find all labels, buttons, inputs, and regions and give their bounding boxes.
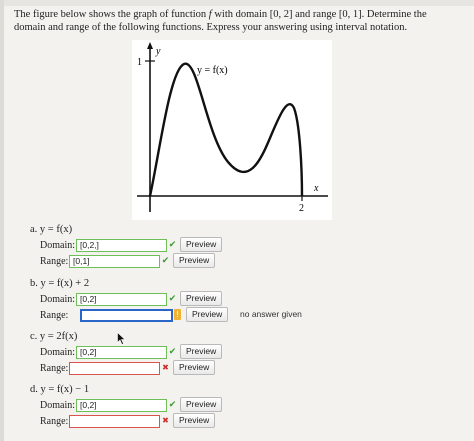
window-left-edge — [0, 0, 4, 441]
part-d-domain-preview-button[interactable]: Preview — [180, 397, 223, 412]
part-c-range-input[interactable] — [69, 362, 160, 375]
warning-icon: ! — [174, 309, 181, 320]
part-b-domain-preview-button[interactable]: Preview — [180, 291, 223, 306]
part-a-domain-input[interactable]: [0,2,] — [76, 239, 167, 252]
given-range: [0, 1] — [338, 9, 362, 20]
part-c-range-preview-button[interactable]: Preview — [173, 360, 216, 375]
y-tick-label: 1 — [137, 57, 142, 68]
window-top-edge — [0, 0, 474, 6]
range-label: Range: — [40, 310, 69, 321]
part-b-domain-input[interactable]: [0,2] — [76, 293, 167, 306]
x-axis-label: x — [313, 183, 319, 194]
checkmark-icon: ✔ — [168, 294, 177, 304]
part-d-range-preview-button[interactable]: Preview — [173, 413, 216, 428]
cross-icon: ✖ — [162, 416, 169, 425]
question-intro: The figure below shows the graph of func… — [14, 9, 209, 20]
part-c-domain-input[interactable]: [0,2] — [76, 346, 167, 359]
part-c-title: c. y = 2f(x) — [30, 331, 78, 342]
no-answer-note: no answer given — [240, 309, 302, 319]
mouse-cursor-icon — [117, 332, 126, 345]
range-label: Range: — [40, 363, 69, 374]
part-a-range-input[interactable]: [0,1] — [69, 255, 160, 268]
cross-icon: ✖ — [162, 363, 169, 372]
x-tick-label: 2 — [299, 203, 304, 214]
part-d-title: d. y = f(x) − 1 — [30, 384, 90, 395]
checkmark-icon: ✔ — [161, 256, 170, 266]
domain-label: Domain: — [40, 240, 75, 251]
part-b-title: b. y = f(x) + 2 — [30, 278, 90, 289]
question-text: The figure below shows the graph of func… — [14, 8, 460, 34]
function-graph: y x 1 2 y = f(x) — [132, 40, 332, 220]
part-a-range-preview-button[interactable]: Preview — [173, 253, 216, 268]
part-d-domain-input[interactable]: [0,2] — [76, 399, 167, 412]
checkmark-icon: ✔ — [168, 400, 177, 410]
part-b-range-preview-button[interactable]: Preview — [186, 307, 229, 322]
graph-svg: y x 1 2 y = f(x) — [132, 40, 332, 220]
part-a-domain-preview-button[interactable]: Preview — [180, 237, 223, 252]
y-axis-label: y — [155, 46, 161, 57]
domain-label: Domain: — [40, 347, 75, 358]
given-domain: [0, 2] — [269, 9, 293, 20]
part-b-range-input[interactable] — [80, 309, 173, 322]
question-mid1: with domain — [211, 9, 270, 20]
checkmark-icon: ✔ — [168, 240, 177, 250]
part-c-domain-preview-button[interactable]: Preview — [180, 344, 223, 359]
part-d-range-input[interactable] — [69, 415, 160, 428]
domain-label: Domain: — [40, 294, 75, 305]
range-label: Range: — [40, 256, 69, 267]
curve-label: y = f(x) — [197, 65, 228, 76]
part-a-title: a. y = f(x) — [30, 224, 73, 235]
domain-label: Domain: — [40, 400, 75, 411]
range-label: Range: — [40, 416, 69, 427]
question-mid2: and range — [292, 9, 339, 20]
checkmark-icon: ✔ — [168, 347, 177, 357]
